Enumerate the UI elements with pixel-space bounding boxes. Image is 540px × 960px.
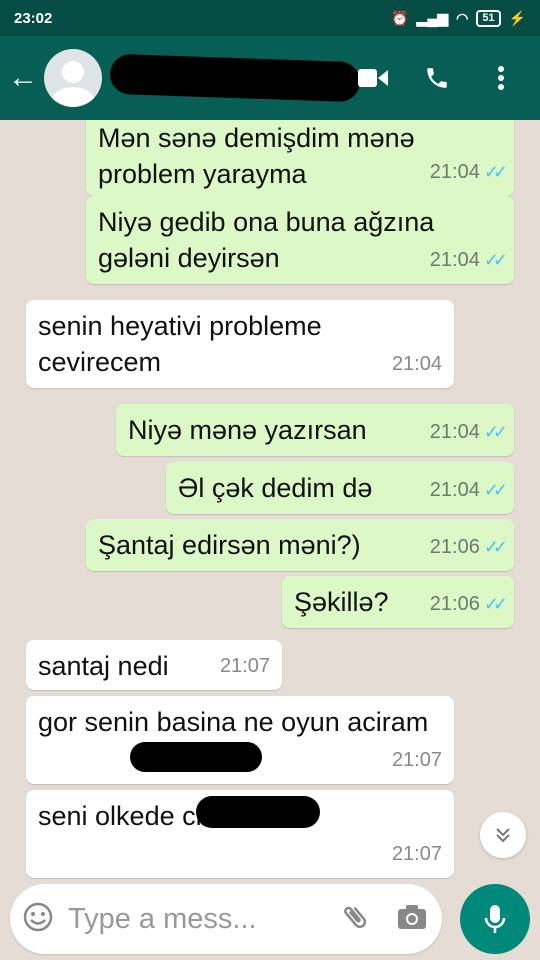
emoji-icon[interactable]: [22, 901, 54, 938]
message-input[interactable]: [68, 902, 318, 936]
video-call-icon[interactable]: [358, 63, 388, 93]
voice-call-icon[interactable]: [422, 63, 452, 93]
message-meta: 21:04 ✓✓: [429, 472, 508, 508]
status-icons: ⏰ ▂▄▆ ◠ 51 ⚡: [391, 9, 526, 27]
contact-avatar[interactable]: [44, 49, 102, 107]
message-text: Şantaj edirsən məni?): [98, 530, 361, 560]
redacted-text: [196, 796, 320, 828]
message-meta: 21:06 ✓✓: [429, 586, 508, 622]
message-bubble[interactable]: Şəkillə? 21:06 ✓✓: [282, 576, 514, 628]
charging-icon: ⚡: [508, 9, 526, 26]
message-time: 21:04: [429, 421, 480, 443]
message-time: 21:07: [391, 749, 442, 771]
read-receipt-icon: ✓✓: [483, 250, 508, 270]
message-bubble[interactable]: Şantaj edirsən məni?) 21:06 ✓✓: [86, 519, 514, 571]
battery-level: 51: [476, 9, 501, 27]
redacted-text: [130, 742, 262, 772]
message-text: gor senin basina ne oyun aciram: [38, 707, 429, 737]
more-options-icon[interactable]: [486, 63, 516, 93]
read-receipt-icon: ✓✓: [483, 480, 508, 500]
message-text: Niyə mənə yazırsan: [128, 415, 367, 445]
double-chevron-down-icon: [496, 828, 510, 843]
microphone-icon: [484, 905, 506, 933]
message-meta: 21:04 ✓✓: [429, 242, 508, 278]
read-receipt-icon: ✓✓: [483, 422, 508, 442]
message-time: 21:07: [391, 843, 442, 865]
message-meta: 21:04 ✓✓: [429, 154, 508, 190]
message-meta: 21:06 ✓✓: [429, 529, 508, 565]
alarm-off-icon: ⏰: [391, 9, 409, 26]
message-list[interactable]: Mən sənə demişdim mənə problem yarayma 2…: [0, 120, 540, 880]
message-meta: 21:07: [220, 648, 270, 684]
message-text: Niyə gedib ona buna ağzına gələni deyirs…: [98, 207, 435, 273]
message-text: Əl çək dedim də: [178, 473, 373, 503]
camera-icon[interactable]: [396, 903, 428, 936]
message-text: santaj nedi: [38, 651, 169, 681]
message-bubble[interactable]: senin heyativi probleme cevirecem 21:04: [26, 300, 454, 388]
avatar-head: [62, 61, 84, 83]
signal-icon: ▂▄▆: [416, 9, 449, 26]
read-receipt-icon: ✓✓: [483, 537, 508, 557]
message-text: Mən sənə demişdim mənə problem yarayma: [98, 123, 415, 189]
message-time: 21:04: [429, 249, 480, 271]
message-text: Şəkillə?: [294, 587, 389, 617]
avatar-body: [51, 87, 95, 107]
message-bubble[interactable]: Niyə mənə yazırsan 21:04 ✓✓: [116, 404, 514, 456]
message-meta: 21:04: [392, 346, 442, 382]
message-bubble[interactable]: Mən sənə demişdim mənə problem yarayma 2…: [86, 120, 514, 196]
message-text: senin heyativi probleme cevirecem: [38, 311, 322, 377]
message-bubble[interactable]: santaj nedi 21:07: [26, 640, 282, 690]
message-bubble[interactable]: Niyə gedib ona buna ağzına gələni deyirs…: [86, 196, 514, 284]
status-bar: 23:02 ⏰ ▂▄▆ ◠ 51 ⚡: [0, 0, 540, 36]
message-time: 21:04: [391, 353, 442, 375]
message-time: 21:04: [429, 161, 480, 183]
status-time: 23:02: [14, 9, 53, 27]
message-meta: 21:04 ✓✓: [429, 414, 508, 450]
back-arrow-icon[interactable]: ←: [4, 61, 42, 95]
message-meta: 21:07: [392, 836, 442, 872]
message-time: 21:06: [429, 536, 480, 558]
voice-message-button[interactable]: [460, 884, 530, 954]
scroll-to-bottom-button[interactable]: [480, 812, 526, 858]
message-composer: [10, 884, 442, 954]
read-receipt-icon: ✓✓: [483, 594, 508, 614]
message-time: 21:07: [219, 655, 270, 677]
attach-icon[interactable]: [340, 902, 370, 937]
message-time: 21:06: [429, 593, 480, 615]
read-receipt-icon: ✓✓: [483, 162, 508, 182]
message-time: 21:04: [429, 479, 480, 501]
wifi-icon: ◠: [456, 9, 469, 26]
message-bubble[interactable]: Əl çək dedim də 21:04 ✓✓: [166, 462, 514, 514]
header-actions: [358, 36, 540, 120]
message-meta: 21:07: [392, 742, 442, 778]
